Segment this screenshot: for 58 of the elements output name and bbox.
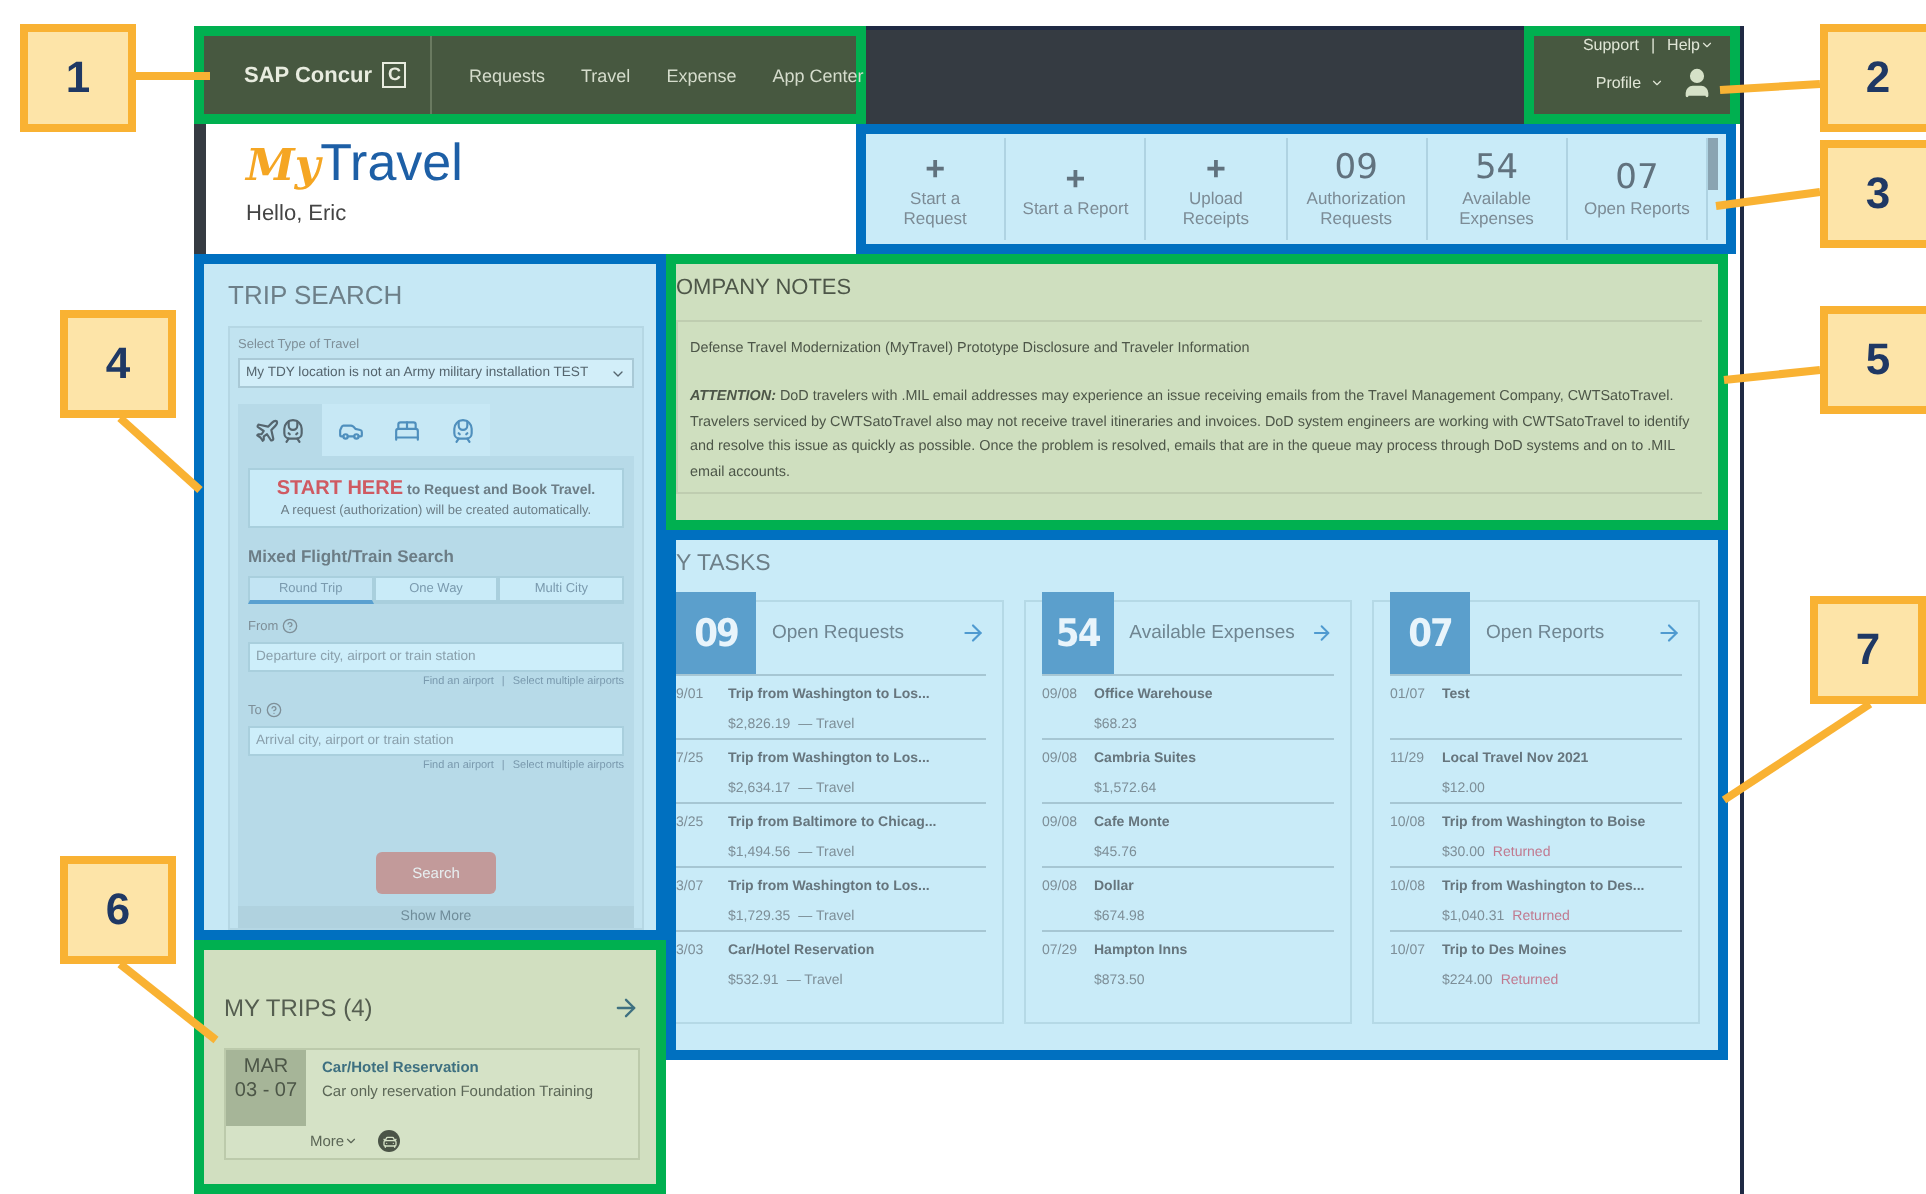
brand-logo: SAP Concur C [204,36,433,114]
mytravel-logo: MyTravel [246,132,465,194]
quick-add-button[interactable]: + Upload Receipts [1146,138,1288,240]
leader-line [136,72,210,80]
panel-title: MY TRIPS (4) [224,994,373,1022]
travel-mode-tab[interactable] [434,404,490,456]
leader-line [117,960,219,1044]
caret-icon [1650,76,1664,90]
task-group-title[interactable]: Open Requests [772,622,944,644]
callout-number: 2 [1820,24,1926,132]
count-badge: 54 [1042,592,1114,674]
count-badge: 09 [676,592,756,674]
callout-number: 4 [60,310,176,418]
nav-link[interactable]: Requests [468,65,546,85]
nav-link[interactable]: Expense [666,65,737,85]
quick-count-button[interactable]: 54 Available Expenses [1427,138,1568,240]
leader-line [1715,188,1821,210]
quick-count-button[interactable]: 09 Authorization Requests [1287,138,1428,240]
panel-title: Y TASKS [676,552,773,576]
greeting: Hello, Eric [246,202,349,226]
leader-line [1719,80,1821,94]
panel-title: OMPANY NOTES [676,276,854,300]
user-avatar-icon[interactable] [1680,66,1714,100]
callout-number: 6 [60,856,176,964]
callout-number: 1 [20,24,136,132]
callout-number: 7 [1810,596,1926,704]
help-icon[interactable] [265,702,282,718]
panel-title: TRIP SEARCH [228,280,405,310]
task-group-title[interactable]: Available Expenses [1129,622,1295,644]
nav-link[interactable]: Travel [581,65,631,85]
trip-date-box: MAR 03 - 07 [226,1050,306,1126]
plane-train-icon [254,417,306,443]
callout-number: 3 [1820,140,1926,248]
support-link[interactable]: Support [1582,36,1639,54]
arrow-right-icon[interactable] [960,620,986,646]
leader-line [117,415,203,493]
arrow-right-icon[interactable] [1656,620,1682,646]
quick-add-button[interactable]: + Start a Report [1006,138,1147,240]
section-title: Mixed Flight/Train Search [248,546,456,566]
task-group-title[interactable]: Open Reports [1486,622,1640,644]
leader-line [1723,366,1821,384]
car-icon [378,1130,401,1152]
bed-icon [393,417,419,443]
help-icon[interactable] [282,618,299,634]
travel-mode-tab[interactable] [322,404,378,456]
train-icon [449,417,475,443]
quick-add-button[interactable]: + Start a Request [866,138,1007,240]
help-menu[interactable]: Help [1667,36,1714,54]
scrollbar-thumb[interactable] [1708,138,1719,190]
arrow-right-icon[interactable] [1310,620,1334,646]
link-separator: | [1650,36,1656,54]
count-badge: 07 [1390,592,1470,674]
caret-icon [344,1134,359,1148]
profile-menu[interactable]: Profile [1595,74,1664,92]
arrow-right-icon[interactable] [612,994,640,1022]
caret-icon [1700,38,1714,52]
callout-number: 5 [1820,306,1926,414]
travel-mode-tab[interactable] [238,404,322,456]
